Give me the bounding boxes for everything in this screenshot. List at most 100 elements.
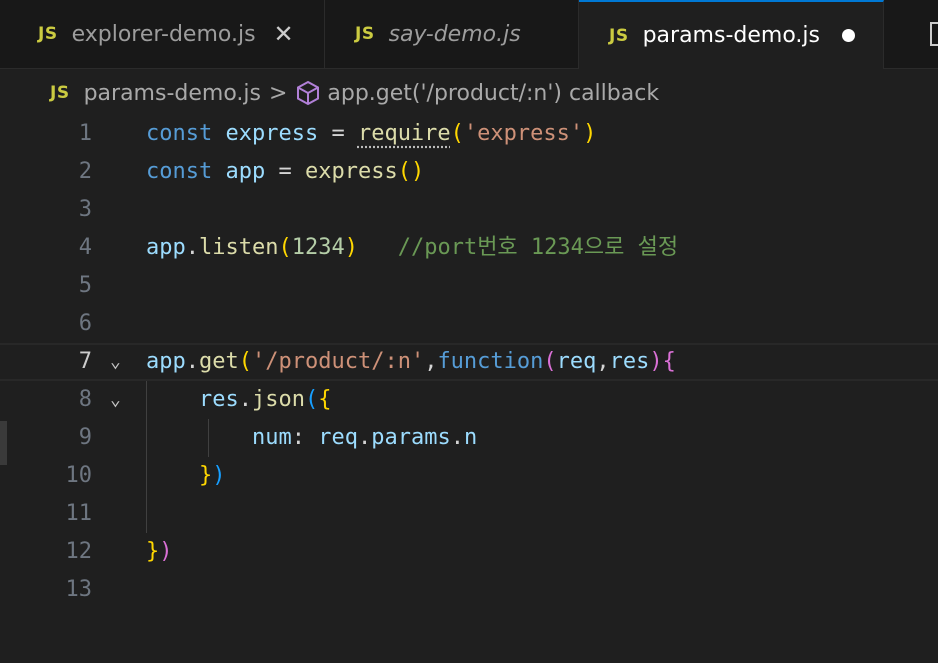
- code-token: 1234: [291, 235, 345, 260]
- code-token: ,: [424, 349, 438, 374]
- line-number: 2: [78, 159, 92, 184]
- line-number: 10: [65, 463, 93, 488]
- code-token: const: [146, 121, 213, 146]
- code-token: res: [609, 349, 650, 374]
- code-token: res: [198, 387, 239, 412]
- js-file-icon: JS: [609, 25, 629, 46]
- fold-chevron-icon[interactable]: ⌄: [110, 345, 134, 379]
- code-line[interactable]: 7 ⌄ app.get('/product/:n',function(req,res…: [0, 343, 938, 381]
- code-token: {: [662, 349, 676, 374]
- code-token: (): [397, 159, 425, 184]
- code-editor[interactable]: 1 const express = require('express') 2 cons…: [0, 115, 938, 663]
- line-number: 12: [65, 539, 93, 564]
- code-line[interactable]: 6: [0, 305, 938, 343]
- code-token: '/product/:n': [252, 349, 425, 374]
- code-token: ): [212, 463, 226, 488]
- code-token: params: [371, 425, 451, 450]
- code-line[interactable]: 11: [0, 495, 938, 533]
- code-token: app: [225, 159, 266, 184]
- code-token: app: [146, 235, 186, 260]
- code-token: }: [198, 463, 213, 488]
- code-line[interactable]: 3: [0, 191, 938, 229]
- code-line[interactable]: 2 const app = express(): [0, 153, 938, 191]
- close-icon[interactable]: ✕: [274, 22, 294, 46]
- code-token: (: [238, 349, 252, 374]
- code-token: ): [344, 235, 358, 260]
- code-token: req: [556, 349, 597, 374]
- line-number: 8: [78, 387, 92, 412]
- code-token: (: [304, 387, 319, 412]
- code-token: .: [238, 387, 252, 412]
- code-token: listen: [199, 235, 279, 260]
- code-line[interactable]: 8 ⌄ res.json({: [0, 381, 938, 419]
- code-token: :: [291, 425, 319, 450]
- split-editor-icon[interactable]: [930, 22, 938, 46]
- code-line[interactable]: 10 }): [0, 457, 938, 495]
- tab-label: params-demo.js: [642, 23, 820, 48]
- indent-guide: [208, 419, 209, 457]
- line-number: 3: [78, 197, 92, 222]
- code-token: ,: [596, 349, 610, 374]
- code-token: =: [265, 159, 305, 184]
- code-token: ): [159, 539, 173, 564]
- code-line[interactable]: 1 const express = require('express'): [0, 115, 938, 153]
- code-text: const express = require('express'): [146, 115, 596, 153]
- tab-say-demo[interactable]: JS say-demo.js: [325, 0, 579, 68]
- line-number: 13: [65, 577, 93, 602]
- line-number: 4: [78, 235, 92, 260]
- code-line[interactable]: 4 app.listen(1234) //port번호 1234으로 설정: [0, 229, 938, 267]
- chevron-right-icon: >: [268, 80, 288, 106]
- line-number: 5: [78, 273, 92, 298]
- code-token: {: [318, 387, 332, 412]
- tab-bar: JS explorer-demo.js ✕ JS say-demo.js JS …: [0, 0, 938, 69]
- line-number: 9: [78, 425, 92, 450]
- code-token: json: [251, 387, 305, 412]
- code-line[interactable]: 12}): [0, 533, 938, 571]
- tab-explorer-demo[interactable]: JS explorer-demo.js ✕: [0, 0, 325, 68]
- code-text: }): [146, 457, 226, 495]
- code-text: const app = express(): [146, 153, 424, 191]
- unsaved-dot-icon[interactable]: [841, 29, 855, 42]
- js-file-icon: JS: [355, 24, 375, 44]
- code-token: n: [463, 425, 478, 450]
- code-token: num: [251, 425, 292, 450]
- fold-chevron-icon[interactable]: ⌄: [110, 381, 134, 419]
- tab-params-demo[interactable]: JS params-demo.js: [579, 0, 884, 69]
- code-token: (: [450, 121, 464, 146]
- code-token: //port번호 1234으로 설정: [397, 235, 679, 260]
- code-token: .: [357, 425, 372, 450]
- code-token: }: [146, 539, 160, 564]
- line-number: 1: [78, 121, 92, 146]
- code-text: app.listen(1234) //port번호 1234으로 설정: [146, 229, 678, 267]
- code-token: .: [450, 425, 464, 450]
- code-token: const: [146, 159, 213, 184]
- tab-label: say-demo.js: [388, 21, 521, 47]
- code-text: }): [146, 533, 173, 571]
- code-token: =: [318, 121, 358, 146]
- code-token: 'express': [463, 121, 584, 146]
- code-token: ): [583, 121, 597, 146]
- line-number: 6: [78, 311, 92, 336]
- breadcrumb-file[interactable]: params-demo.js: [84, 81, 261, 106]
- breadcrumb-symbol[interactable]: app.get('/product/:n') callback: [327, 81, 659, 106]
- code-text: num: req.params.n: [146, 419, 477, 457]
- method-cube-icon: [297, 80, 320, 106]
- code-token: (: [543, 349, 557, 374]
- line-number: 7: [78, 349, 92, 374]
- code-text: res.json({: [146, 381, 331, 419]
- code-line[interactable]: 9 num: req.params.n: [0, 419, 938, 457]
- code-line[interactable]: 5: [0, 267, 938, 305]
- code-line[interactable]: 13: [0, 571, 938, 609]
- code-text: app.get('/product/:n',function(req,res){: [146, 345, 676, 379]
- breadcrumb: JS params-demo.js > app.get('/product/:n…: [0, 69, 938, 117]
- code-token: (: [278, 235, 292, 260]
- code-token: app: [146, 349, 186, 374]
- line-number: 11: [65, 501, 93, 526]
- code-token: .: [185, 349, 199, 374]
- code-token: ): [649, 349, 663, 374]
